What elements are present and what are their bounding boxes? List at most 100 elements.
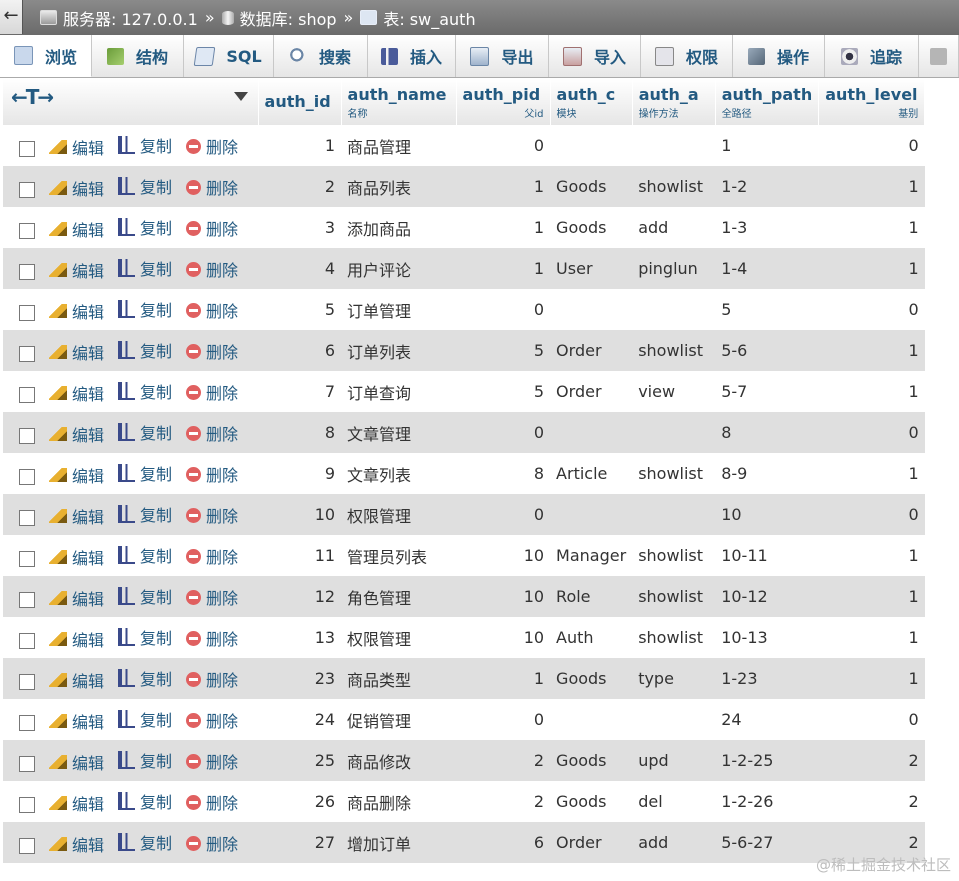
edit-link[interactable]: 编辑 bbox=[49, 545, 104, 569]
row-checkbox[interactable] bbox=[19, 346, 35, 362]
tab-structure[interactable]: 结构 bbox=[92, 35, 184, 77]
edit-link[interactable]: 编辑 bbox=[49, 463, 104, 487]
delete-link[interactable]: 删除 bbox=[186, 462, 238, 486]
copy-link[interactable]: 复制 bbox=[118, 215, 172, 239]
row-checkbox[interactable] bbox=[19, 141, 35, 157]
delete-link[interactable]: 删除 bbox=[186, 667, 238, 691]
copy-link[interactable]: 复制 bbox=[118, 666, 172, 690]
row-checkbox[interactable] bbox=[19, 592, 35, 608]
breadcrumb-server[interactable]: 服务器: 127.0.0.1 bbox=[63, 6, 198, 30]
tab-search[interactable]: 搜索 bbox=[274, 35, 368, 77]
row-checkbox[interactable] bbox=[19, 387, 35, 403]
column-header-auth_name[interactable]: auth_name 名称 bbox=[341, 79, 457, 125]
edit-link[interactable]: 编辑 bbox=[49, 381, 104, 405]
chevron-down-icon[interactable] bbox=[233, 92, 248, 101]
edit-link[interactable]: 编辑 bbox=[49, 504, 104, 528]
copy-link[interactable]: 复制 bbox=[118, 748, 172, 772]
edit-link[interactable]: 编辑 bbox=[49, 627, 104, 651]
copy-link[interactable]: 复制 bbox=[118, 707, 172, 731]
delete-link[interactable]: 删除 bbox=[186, 298, 238, 322]
delete-link[interactable]: 删除 bbox=[186, 749, 238, 773]
row-checkbox[interactable] bbox=[19, 223, 35, 239]
tab-sql[interactable]: SQL bbox=[184, 35, 274, 77]
column-header-auth_a[interactable]: auth_a 操作方法 bbox=[632, 79, 716, 125]
column-header-auth_id[interactable]: auth_id bbox=[258, 79, 342, 125]
row-checkbox[interactable] bbox=[19, 756, 35, 772]
copy-link[interactable]: 复制 bbox=[118, 830, 172, 854]
row-checkbox[interactable] bbox=[19, 674, 35, 690]
tab-insert[interactable]: 插入 bbox=[368, 35, 456, 77]
tab-export[interactable]: 导出 bbox=[456, 35, 549, 77]
delete-link[interactable]: 删除 bbox=[186, 585, 238, 609]
column-name[interactable]: auth_c bbox=[557, 85, 626, 104]
edit-link[interactable]: 编辑 bbox=[49, 258, 104, 282]
tab-browse[interactable]: 浏览 bbox=[0, 35, 92, 77]
delete-link[interactable]: 删除 bbox=[186, 831, 238, 855]
row-checkbox[interactable] bbox=[19, 551, 35, 567]
edit-link[interactable]: 编辑 bbox=[49, 832, 104, 856]
row-checkbox[interactable] bbox=[19, 182, 35, 198]
column-header-auth_pid[interactable]: auth_pid 父id bbox=[456, 79, 551, 125]
row-checkbox[interactable] bbox=[19, 838, 35, 854]
tab-privileges[interactable]: 权限 bbox=[641, 35, 733, 77]
row-checkbox[interactable] bbox=[19, 510, 35, 526]
edit-link[interactable]: 编辑 bbox=[49, 340, 104, 364]
row-checkbox[interactable] bbox=[19, 469, 35, 485]
delete-link[interactable]: 删除 bbox=[186, 503, 238, 527]
delete-link[interactable]: 删除 bbox=[186, 626, 238, 650]
row-checkbox[interactable] bbox=[19, 633, 35, 649]
delete-link[interactable]: 删除 bbox=[186, 134, 238, 158]
copy-link[interactable]: 复制 bbox=[118, 584, 172, 608]
delete-link[interactable]: 删除 bbox=[186, 421, 238, 445]
edit-link[interactable]: 编辑 bbox=[49, 299, 104, 323]
more-tabs-button[interactable] bbox=[919, 35, 959, 77]
edit-link[interactable]: 编辑 bbox=[49, 422, 104, 446]
copy-link[interactable]: 复制 bbox=[118, 133, 172, 157]
delete-link[interactable]: 删除 bbox=[186, 216, 238, 240]
copy-link[interactable]: 复制 bbox=[118, 256, 172, 280]
tab-tracking[interactable]: 追踪 bbox=[825, 35, 919, 77]
delete-link[interactable]: 删除 bbox=[186, 175, 238, 199]
copy-link[interactable]: 复制 bbox=[118, 379, 172, 403]
edit-link[interactable]: 编辑 bbox=[49, 586, 104, 610]
column-name[interactable]: auth_a bbox=[639, 85, 709, 104]
column-name[interactable]: auth_pid bbox=[463, 85, 544, 104]
delete-link[interactable]: 删除 bbox=[186, 544, 238, 568]
copy-link[interactable]: 复制 bbox=[118, 420, 172, 444]
row-checkbox[interactable] bbox=[19, 428, 35, 444]
delete-link[interactable]: 删除 bbox=[186, 257, 238, 281]
column-header-auth_c[interactable]: auth_c 模块 bbox=[550, 79, 633, 125]
delete-link[interactable]: 删除 bbox=[186, 380, 238, 404]
edit-link[interactable]: 编辑 bbox=[49, 176, 104, 200]
column-name[interactable]: auth_path bbox=[722, 85, 813, 104]
back-button[interactable]: ← bbox=[0, 0, 23, 34]
row-checkbox[interactable] bbox=[19, 797, 35, 813]
delete-link[interactable]: 删除 bbox=[186, 708, 238, 732]
copy-link[interactable]: 复制 bbox=[118, 502, 172, 526]
column-header-auth_path[interactable]: auth_path 全路径 bbox=[715, 79, 820, 125]
copy-link[interactable]: 复制 bbox=[118, 338, 172, 362]
copy-link[interactable]: 复制 bbox=[118, 789, 172, 813]
edit-link[interactable]: 编辑 bbox=[49, 668, 104, 692]
edit-link[interactable]: 编辑 bbox=[49, 217, 104, 241]
edit-link[interactable]: 编辑 bbox=[49, 791, 104, 815]
edit-link[interactable]: 编辑 bbox=[49, 709, 104, 733]
column-name[interactable]: auth_id bbox=[265, 92, 335, 111]
copy-link[interactable]: 复制 bbox=[118, 625, 172, 649]
column-name[interactable]: auth_name bbox=[348, 85, 450, 104]
copy-link[interactable]: 复制 bbox=[118, 174, 172, 198]
copy-link[interactable]: 复制 bbox=[118, 297, 172, 321]
tab-operations[interactable]: 操作 bbox=[733, 35, 825, 77]
copy-link[interactable]: 复制 bbox=[118, 543, 172, 567]
copy-link[interactable]: 复制 bbox=[118, 461, 172, 485]
row-checkbox[interactable] bbox=[19, 715, 35, 731]
delete-link[interactable]: 删除 bbox=[186, 339, 238, 363]
column-header-auth_level[interactable]: auth_level 基别 bbox=[818, 79, 926, 125]
breadcrumb-database[interactable]: 数据库: shop bbox=[240, 6, 337, 30]
row-checkbox[interactable] bbox=[19, 305, 35, 321]
column-toggle-arrows[interactable]: ←T→ bbox=[11, 85, 54, 109]
tab-import[interactable]: 导入 bbox=[549, 35, 641, 77]
edit-link[interactable]: 编辑 bbox=[49, 135, 104, 159]
edit-link[interactable]: 编辑 bbox=[49, 750, 104, 774]
breadcrumb-table[interactable]: 表: sw_auth bbox=[383, 6, 475, 30]
